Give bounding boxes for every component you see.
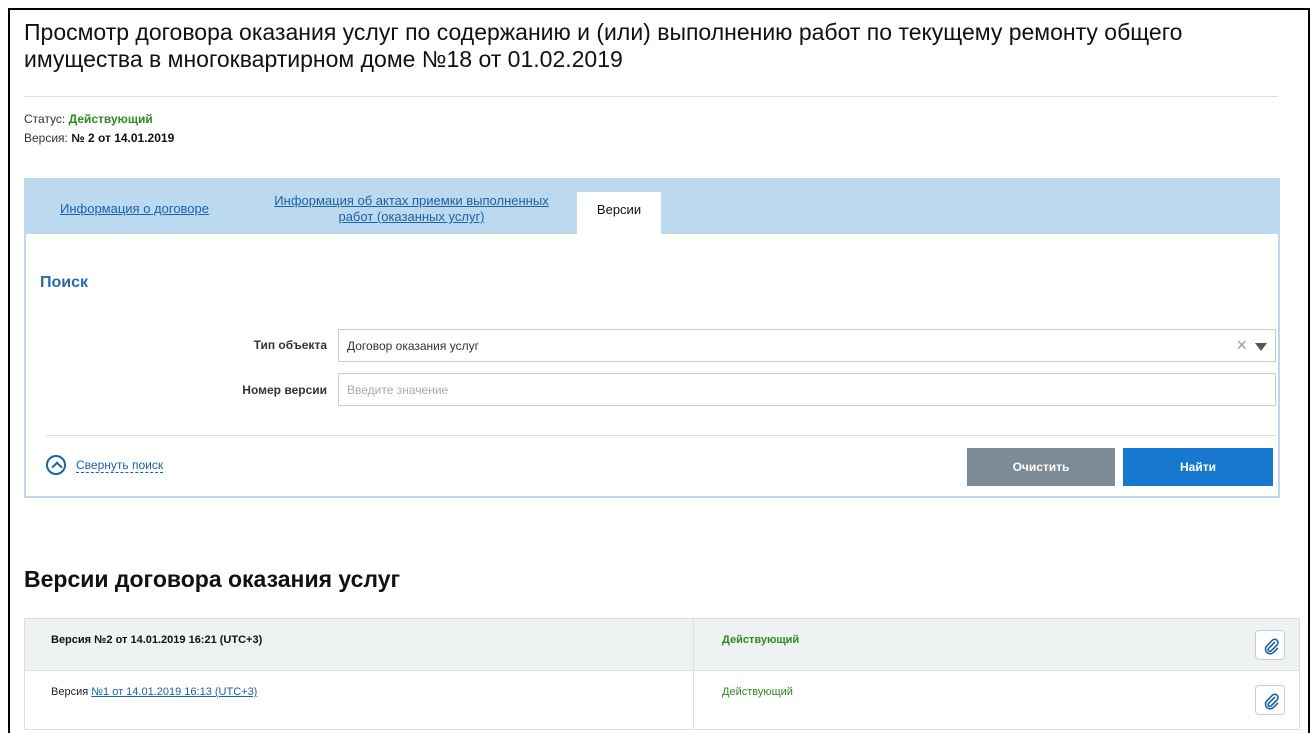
search-panel: Поиск Тип объекта Договор оказания услуг…	[24, 234, 1280, 498]
version-value: № 2 от 14.01.2019	[71, 131, 175, 145]
object-type-value: Договор оказания услуг	[347, 339, 479, 353]
version-prefix: Версия	[51, 686, 92, 698]
tab-contract-info[interactable]: Информация о договоре	[60, 201, 230, 217]
chevron-up-circle-icon[interactable]	[46, 455, 66, 475]
tab-acceptance-acts[interactable]: Информация об актах приемки выполненных …	[269, 193, 554, 225]
version-link[interactable]: №1 от 14.01.2019 16:13 (UTC+3)	[91, 686, 257, 698]
object-type-label: Тип объекта	[253, 338, 327, 352]
version-number-label: Номер версии	[242, 383, 327, 397]
attachment-button[interactable]	[1255, 685, 1285, 715]
paperclip-icon	[1264, 638, 1279, 655]
status-cell: Действующий	[722, 686, 793, 698]
caret-down-icon[interactable]	[1255, 343, 1267, 351]
tab-versions[interactable]: Версии	[577, 192, 661, 234]
version-label: Версия:	[24, 131, 68, 145]
status-label: Статус:	[24, 112, 66, 126]
status-value: Действующий	[68, 112, 153, 126]
version-cell: Версия №1 от 14.01.2019 16:13 (UTC+3)	[25, 671, 694, 729]
versions-table: Версия №2 от 14.01.2019 16:21 (UTC+3) Де…	[24, 618, 1300, 730]
status-cell: Действующий	[722, 634, 800, 646]
tab-bar: Информация о договоре Информация об акта…	[24, 178, 1280, 234]
search-divider	[46, 435, 1276, 436]
search-title: Поиск	[40, 274, 89, 291]
version-line: Версия: № 2 от 14.01.2019	[24, 131, 174, 145]
table-row: Версия №1 от 14.01.2019 16:13 (UTC+3) Де…	[25, 671, 1299, 729]
divider	[24, 96, 1278, 97]
collapse-search-link[interactable]: Свернуть поиск	[76, 458, 164, 473]
status-line: Статус: Действующий	[24, 112, 153, 126]
close-icon[interactable]: ×	[1236, 336, 1247, 354]
object-type-select[interactable]: Договор оказания услуг ×	[338, 329, 1276, 362]
version-number-placeholder: Введите значение	[347, 383, 449, 397]
attachment-button[interactable]	[1255, 630, 1285, 660]
clear-button[interactable]: Очистить	[967, 448, 1115, 486]
versions-title: Версии договора оказания услуг	[24, 566, 401, 592]
version-number-input[interactable]: Введите значение	[338, 373, 1276, 406]
page-title: Просмотр договора оказания услуг по соде…	[24, 19, 1183, 72]
find-button[interactable]: Найти	[1123, 448, 1273, 486]
version-cell: Версия №2 от 14.01.2019 16:21 (UTC+3)	[25, 619, 694, 670]
paperclip-icon	[1264, 693, 1279, 710]
table-row: Версия №2 от 14.01.2019 16:21 (UTC+3) Де…	[25, 619, 1299, 671]
